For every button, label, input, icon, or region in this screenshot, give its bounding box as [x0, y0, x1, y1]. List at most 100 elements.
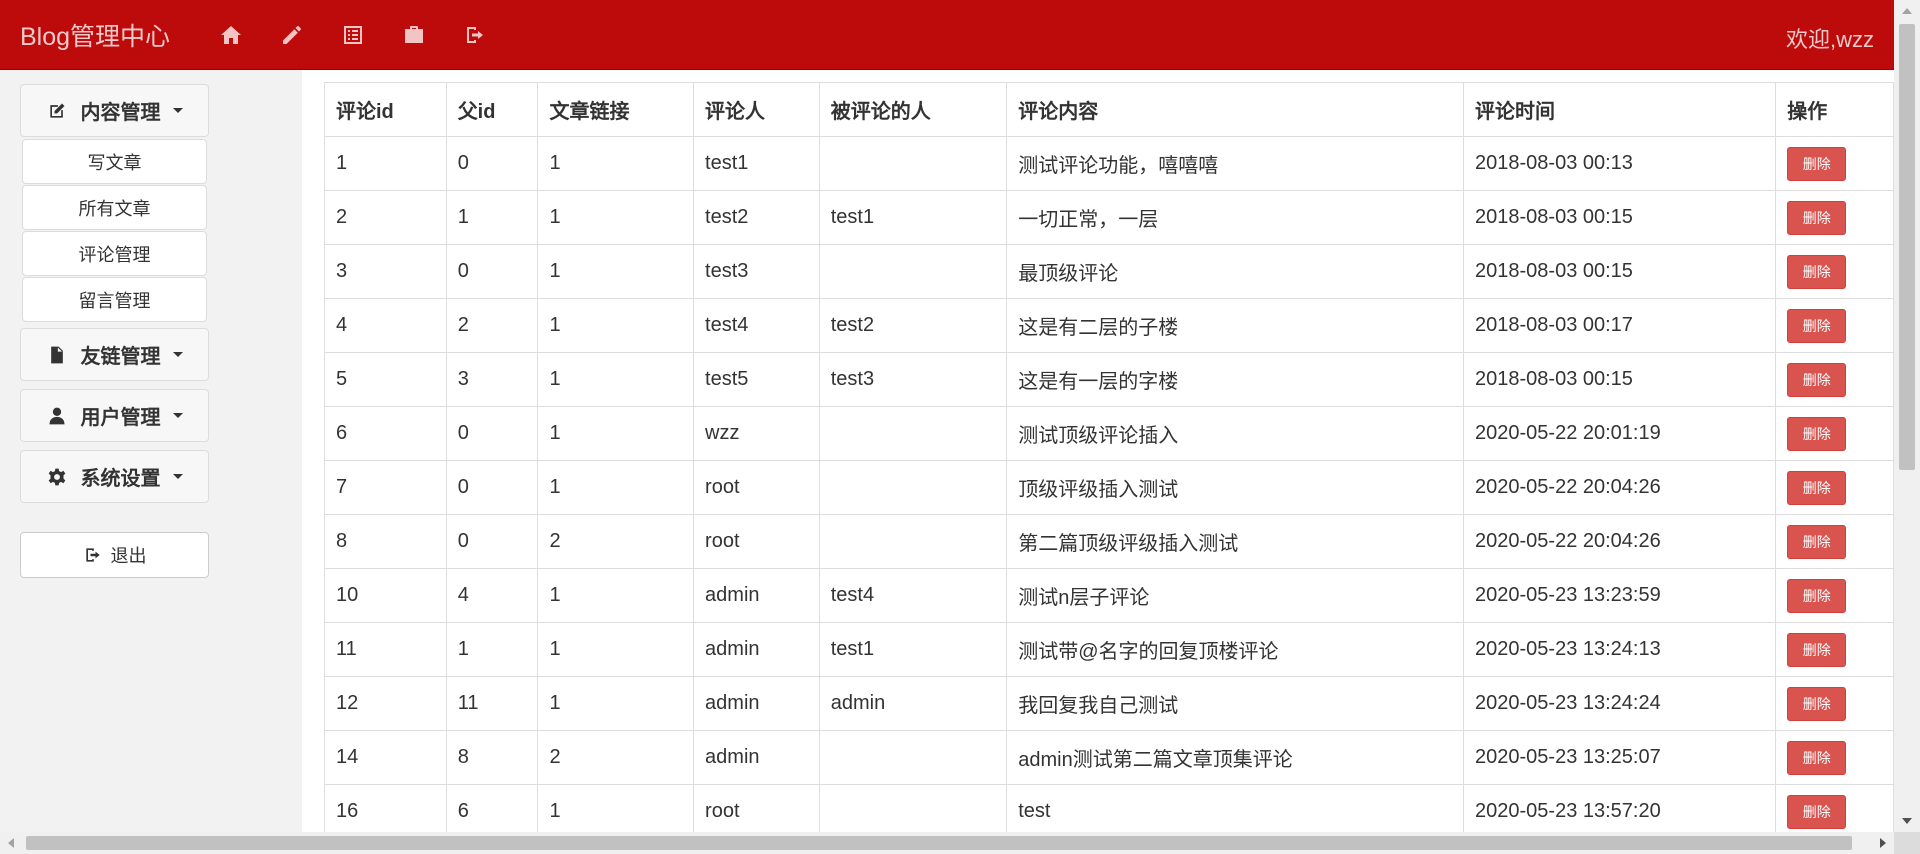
delete-button[interactable]: 删除 — [1787, 416, 1847, 451]
caret-down-icon — [172, 474, 183, 479]
sidebar-item-comments[interactable]: 评论管理 — [22, 231, 207, 276]
cell-operation: 删除 — [1775, 784, 1894, 832]
cell-content: admin测试第二篇文章顶集评论 — [1006, 730, 1465, 785]
cell-comment-id: 5 — [324, 352, 447, 407]
caret-down-icon — [172, 352, 183, 357]
cell-operation: 删除 — [1775, 622, 1894, 677]
sidebar-group-settings[interactable]: 系统设置 — [20, 450, 209, 503]
file-icon — [50, 346, 63, 363]
cell-reply-to — [818, 784, 1008, 832]
delete-button[interactable]: 删除 — [1787, 200, 1847, 235]
cell-article-link: 1 — [537, 460, 695, 515]
table-body: 1 0 1 test1 测试评论功能，嘻嘻嘻 2018-08-03 00:13 删除 2 1 1 t… — [324, 136, 1894, 832]
delete-button[interactable]: 删除 — [1787, 794, 1847, 829]
brand-title[interactable]: Blog管理中心 — [20, 17, 200, 53]
cell-reply-to: test1 — [818, 622, 1008, 677]
delete-button[interactable]: 删除 — [1787, 362, 1847, 397]
scroll-up-icon[interactable] — [1902, 8, 1912, 14]
scroll-right-icon[interactable] — [1880, 838, 1886, 848]
cell-comment-id: 14 — [324, 730, 447, 785]
cell-commenter: admin — [693, 676, 820, 731]
sidebar-item-messages[interactable]: 留言管理 — [22, 277, 207, 322]
cell-operation: 删除 — [1775, 568, 1894, 623]
user-icon — [49, 407, 64, 424]
horizontal-scroll-thumb[interactable] — [26, 836, 1852, 850]
cell-operation: 删除 — [1775, 136, 1894, 191]
cell-article-link: 1 — [537, 784, 695, 832]
cell-commenter: root — [693, 784, 820, 832]
sidebar: 内容管理 写文章 所有文章 评论管理 留言管理 友链管理 用户管理 系统设置 退… — [0, 70, 302, 832]
cell-commenter: root — [693, 460, 820, 515]
cell-article-link: 1 — [537, 244, 695, 299]
cell-time: 2020-05-22 20:04:26 — [1463, 514, 1777, 569]
briefcase-icon[interactable] — [383, 0, 444, 70]
home-icon[interactable] — [200, 0, 261, 70]
sidebar-item-all-articles[interactable]: 所有文章 — [22, 185, 207, 230]
cell-article-link: 1 — [537, 190, 695, 245]
sidebar-item-write-article[interactable]: 写文章 — [22, 139, 207, 184]
cell-operation: 删除 — [1775, 298, 1894, 353]
cell-time: 2020-05-23 13:24:24 — [1463, 676, 1777, 731]
cell-operation: 删除 — [1775, 244, 1894, 299]
delete-button[interactable]: 删除 — [1787, 308, 1847, 343]
table-row: 2 1 1 test2 test1 一切正常，一层 2018-08-03 00:15 删除 — [324, 190, 1894, 245]
header-parent-id: 父id — [445, 82, 539, 137]
table-row: 10 4 1 admin test4 测试n层子评论 2020-05-23 13:23:59… — [324, 568, 1894, 623]
delete-button[interactable]: 删除 — [1787, 632, 1847, 667]
comments-table: 评论id 父id 文章链接 评论人 被评论的人 评论内容 评论时间 操作 101… — [324, 82, 1894, 832]
cell-commenter: test5 — [693, 352, 820, 407]
table-row: 6 0 1 wzz 测试顶级评论插入 2020-05-22 20:01:19 删除 — [324, 406, 1894, 461]
cell-commenter: test4 — [693, 298, 820, 353]
vertical-scrollbar[interactable] — [1894, 0, 1920, 832]
cell-content: 这是有一层的字楼 — [1006, 352, 1465, 407]
cell-content: 测试顶级评论插入 — [1006, 406, 1465, 461]
scroll-down-icon[interactable] — [1902, 818, 1912, 824]
sidebar-group-users[interactable]: 用户管理 — [20, 389, 209, 442]
scroll-left-icon[interactable] — [8, 838, 14, 848]
cell-content: test — [1006, 784, 1465, 832]
main-content: 评论id 父id 文章链接 评论人 被评论的人 评论内容 评论时间 操作 101… — [302, 70, 1894, 832]
sidebar-group-content[interactable]: 内容管理 — [20, 84, 209, 137]
pencil-icon[interactable] — [261, 0, 322, 70]
cell-article-link: 1 — [537, 622, 695, 677]
cell-comment-id: 7 — [324, 460, 447, 515]
cell-comment-id: 3 — [324, 244, 447, 299]
vertical-scroll-thumb[interactable] — [1899, 24, 1915, 470]
table-row: 7 0 1 root 顶级评级插入测试 2020-05-22 20:04:26 删除 — [324, 460, 1894, 515]
cell-content: 测试带@名字的回复顶楼评论 — [1006, 622, 1465, 677]
cell-article-link: 1 — [537, 298, 695, 353]
cell-operation: 删除 — [1775, 676, 1894, 731]
cell-commenter: test1 — [693, 136, 820, 191]
delete-button[interactable]: 删除 — [1787, 146, 1847, 181]
cell-parent-id: 6 — [445, 784, 539, 832]
cell-content: 一切正常，一层 — [1006, 190, 1465, 245]
sidebar-group-links[interactable]: 友链管理 — [20, 328, 209, 381]
cell-time: 2020-05-23 13:23:59 — [1463, 568, 1777, 623]
sidebar-group-label: 内容管理 — [80, 102, 161, 124]
header-operation: 操作 — [1775, 82, 1894, 137]
horizontal-scrollbar[interactable] — [0, 832, 1894, 854]
cell-article-link: 1 — [537, 136, 695, 191]
table-header-row: 评论id 父id 文章链接 评论人 被评论的人 评论内容 评论时间 操作 — [324, 82, 1894, 137]
table-row: 16 6 1 root test 2020-05-23 13:57:20 删除 — [324, 784, 1894, 832]
cell-parent-id: 0 — [445, 136, 539, 191]
cell-operation: 删除 — [1775, 730, 1894, 785]
cell-article-link: 2 — [537, 514, 695, 569]
delete-button[interactable]: 删除 — [1787, 740, 1847, 775]
logout-icon[interactable] — [444, 0, 505, 70]
cell-comment-id: 6 — [324, 406, 447, 461]
delete-button[interactable]: 删除 — [1787, 470, 1847, 505]
delete-button[interactable]: 删除 — [1787, 578, 1847, 613]
cell-operation: 删除 — [1775, 352, 1894, 407]
list-icon[interactable] — [322, 0, 383, 70]
cell-operation: 删除 — [1775, 514, 1894, 569]
delete-button[interactable]: 删除 — [1787, 686, 1847, 721]
delete-button[interactable]: 删除 — [1787, 254, 1847, 289]
table-row: 11 1 1 admin test1 测试带@名字的回复顶楼评论 2020-05-23 13… — [324, 622, 1894, 677]
cell-parent-id: 0 — [445, 406, 539, 461]
delete-button[interactable]: 删除 — [1787, 524, 1847, 559]
logout-button[interactable]: 退出 — [20, 532, 209, 578]
cell-reply-to — [818, 514, 1008, 569]
cell-article-link: 1 — [537, 676, 695, 731]
cell-content: 第二篇顶级评级插入测试 — [1006, 514, 1465, 569]
